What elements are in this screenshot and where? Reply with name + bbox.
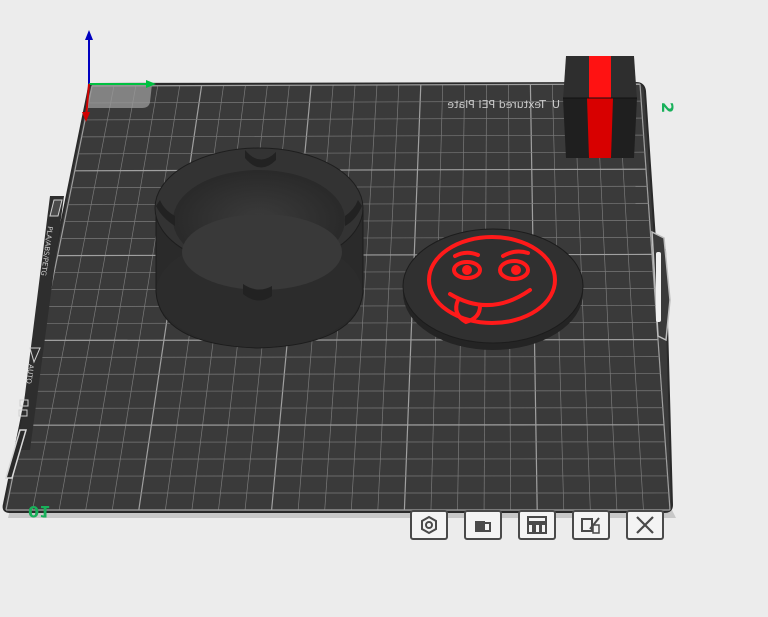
svg-text:Textured PEI Plate: Textured PEI Plate xyxy=(447,98,547,111)
arrange-icon xyxy=(526,515,548,535)
edit-plate-icon xyxy=(580,515,602,535)
plate-handle-slot xyxy=(656,252,661,322)
slot-label: AUTO xyxy=(24,364,35,385)
origin-corner-tile xyxy=(86,84,152,108)
gear-icon xyxy=(418,515,440,535)
side-plate-number-label: 2 xyxy=(658,102,677,113)
arrange-button[interactable] xyxy=(518,510,556,540)
plate-type-label: U Textured PEI Plate xyxy=(447,98,560,111)
lock-icon xyxy=(472,515,494,535)
emoji-coaster-object[interactable] xyxy=(403,229,583,350)
settings-button[interactable] xyxy=(410,510,448,540)
svg-text:U: U xyxy=(552,98,560,111)
plate-number-label: 01 xyxy=(28,502,50,521)
edit-plate-button[interactable] xyxy=(572,510,610,540)
ashtray-object[interactable] xyxy=(155,148,363,348)
cube-object[interactable] xyxy=(563,56,637,158)
close-icon xyxy=(634,515,656,535)
lock-button[interactable] xyxy=(464,510,502,540)
delete-plate-button[interactable] xyxy=(626,510,664,540)
grid-line xyxy=(40,340,658,341)
